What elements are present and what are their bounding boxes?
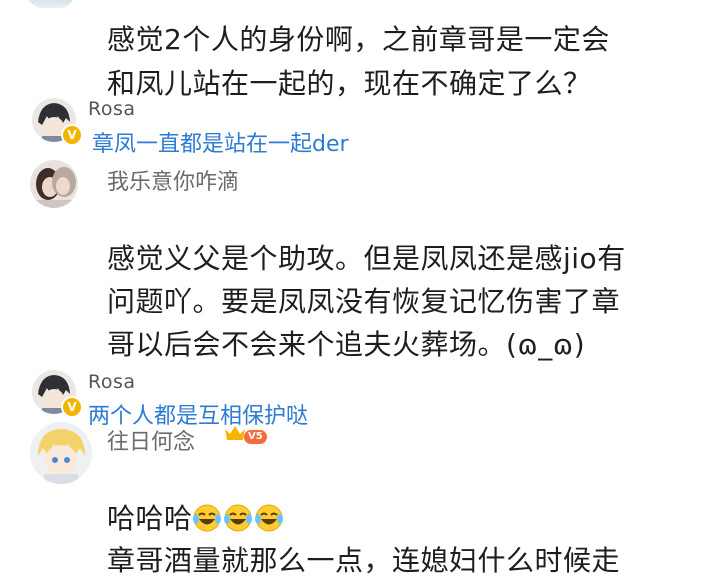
reply-text: 章凤一直都是站在一起der (92, 132, 349, 157)
comment-line: 问题吖。要是凤凤没有恢复记忆伤害了章 (107, 285, 621, 318)
comment-text-laugh: 哈哈哈 (107, 502, 193, 535)
level-badge: V5 (244, 430, 267, 444)
comment-body: 感觉2个人的身份啊，之前章哥是一定会 和凤儿站在一起的，现在不确定了么？ (107, 21, 610, 103)
comment-body: 感觉义父是个助攻。但是凤凤还是感jio有 问题吖。要是凤凤没有恢复记忆伤害了章 … (107, 240, 626, 364)
reply-username[interactable]: Rosa (88, 371, 136, 393)
avatar-image (30, 160, 78, 208)
laugh-cry-emoji-icon (192, 504, 221, 532)
comment-line: 感觉2个人的身份啊，之前章哥是一定会 (107, 23, 610, 56)
avatar[interactable] (30, 422, 92, 484)
laugh-cry-emoji-icon (223, 504, 252, 532)
comment-line: 和凤儿站在一起的，现在不确定了么？ (107, 67, 592, 100)
comment-username[interactable]: 往日何念 (107, 424, 195, 456)
comment-line: 哥以后会不会来个追夫火葬场。(ɷ_ɷ) (107, 328, 586, 361)
comment-line: 感觉义父是个助攻。但是凤凤还是感jio有 (107, 242, 626, 275)
comment-username[interactable]: 我乐意你咋滴 (107, 164, 239, 196)
laugh-cry-emoji-icon (254, 504, 283, 532)
crown-icon (224, 424, 246, 442)
comment-line: 哈哈哈 (107, 500, 286, 538)
avatar-image (30, 422, 92, 484)
partial-avatar-top (28, 0, 74, 8)
reply-username[interactable]: Rosa (88, 98, 136, 120)
avatar[interactable] (30, 160, 78, 208)
verified-badge-icon: V (61, 396, 83, 418)
verified-badge-icon: V (61, 124, 83, 146)
comment-line: 章哥酒量就那么一点，连媳妇什么时候走 (107, 544, 621, 577)
